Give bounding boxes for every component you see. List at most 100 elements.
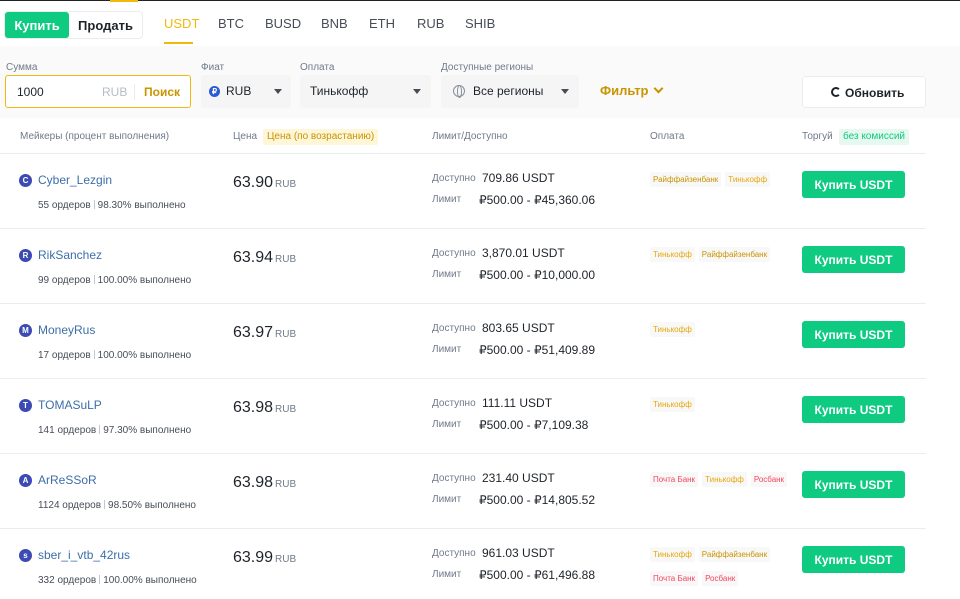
buy-usdt-button[interactable]: Купить USDT bbox=[802, 546, 905, 573]
payment-tags: Райффайзенбанк Тинькофф bbox=[650, 172, 795, 187]
maker-stats: 17 ордеров 100.00% выполнено bbox=[38, 350, 191, 361]
globe-icon bbox=[453, 85, 465, 98]
tab-shib[interactable]: SHIB bbox=[465, 16, 495, 31]
completion-rate: 97.30% выполнено bbox=[103, 425, 192, 436]
available-label: Доступно bbox=[432, 548, 476, 559]
avatar: C bbox=[19, 174, 32, 187]
tab-btc[interactable]: BTC bbox=[218, 16, 244, 31]
payment-tags: Почта Банк Тинькофф Росбанк bbox=[650, 472, 795, 487]
refresh-icon bbox=[831, 87, 841, 97]
avatar: M bbox=[19, 324, 32, 337]
available-label: Доступно bbox=[432, 173, 476, 184]
tab-rub[interactable]: RUB bbox=[417, 16, 444, 31]
order-count: 332 ордеров bbox=[38, 575, 97, 586]
buy-sell-toggle: Купить Продать bbox=[4, 11, 143, 39]
buy-usdt-button[interactable]: Купить USDT bbox=[802, 171, 905, 198]
top-border bbox=[0, 0, 960, 2]
filter-button[interactable]: Фильтр bbox=[600, 83, 649, 98]
tab-bnb[interactable]: BNB bbox=[321, 16, 348, 31]
maker-name[interactable]: RikSanchez bbox=[38, 248, 102, 262]
stats-divider bbox=[99, 425, 101, 434]
payment-tag: Росбанк bbox=[750, 472, 788, 487]
chevron-down-icon bbox=[561, 89, 569, 94]
maker-stats: 55 ордеров 98.30% выполнено bbox=[38, 200, 186, 211]
order-count: 99 ордеров bbox=[38, 275, 91, 286]
buy-usdt-button[interactable]: Купить USDT bbox=[802, 396, 905, 423]
completion-rate: 100.00% выполнено bbox=[97, 275, 192, 286]
maker-stats: 1124 ордеров 98.50% выполнено bbox=[38, 500, 196, 511]
buy-toggle-button[interactable]: Купить bbox=[5, 12, 69, 38]
tab-eth[interactable]: ETH bbox=[369, 16, 395, 31]
offer-row: C Cyber_Lezgin 55 ордеров 98.30% выполнен… bbox=[0, 154, 926, 229]
buy-usdt-button[interactable]: Купить USDT bbox=[802, 471, 905, 498]
maker-name[interactable]: Cyber_Lezgin bbox=[38, 173, 112, 187]
amount-value[interactable]: 1000 bbox=[17, 85, 44, 99]
buy-usdt-button[interactable]: Купить USDT bbox=[802, 246, 905, 273]
no-fee-badge: без комиссий bbox=[839, 129, 910, 145]
fiat-select[interactable]: ₽ RUB bbox=[201, 75, 291, 108]
available-amount: 111.11 USDT bbox=[482, 396, 553, 410]
avatar: R bbox=[19, 249, 32, 262]
maker-name[interactable]: MoneyRus bbox=[38, 323, 95, 337]
regions-select[interactable]: Все регионы bbox=[441, 75, 579, 108]
tab-usdt[interactable]: USDT bbox=[164, 16, 199, 31]
maker-name[interactable]: sber_i_vtb_42rus bbox=[38, 548, 130, 562]
sell-toggle-button[interactable]: Продать bbox=[69, 12, 142, 38]
completion-rate: 98.30% выполнено bbox=[97, 200, 186, 211]
price: 63.90 bbox=[233, 174, 274, 191]
buy-usdt-button[interactable]: Купить USDT bbox=[802, 321, 905, 348]
maker-stats: 332 ордеров 100.00% выполнено bbox=[38, 575, 197, 586]
fiat-label: Фиат bbox=[201, 62, 225, 73]
maker-name[interactable]: ArReSSoR bbox=[38, 473, 97, 487]
avatar: s bbox=[19, 549, 32, 562]
chevron-down-icon bbox=[274, 89, 282, 94]
price-currency: RUB bbox=[275, 179, 297, 190]
price-sort-badge[interactable]: Цена (по возрастанию) bbox=[263, 129, 379, 145]
limit-range: ₽500.00 - ₽14,805.52 bbox=[479, 493, 596, 507]
limit-range: ₽500.00 - ₽7,109.38 bbox=[479, 418, 589, 432]
offer-row: A ArReSSoR 1124 ордеров 98.50% выполнено … bbox=[0, 454, 926, 529]
offer-row: s sber_i_vtb_42rus 332 ордеров 100.00% вы… bbox=[0, 529, 926, 599]
limit-label: Лимит bbox=[432, 194, 462, 205]
amount-divider bbox=[134, 84, 135, 100]
order-count: 17 ордеров bbox=[38, 350, 91, 361]
payment-label: Оплата bbox=[300, 62, 335, 73]
amount-currency: RUB bbox=[102, 85, 128, 99]
refresh-label: Обновить bbox=[845, 86, 905, 100]
payment-tag: Райффайзенбанк bbox=[650, 172, 722, 187]
stats-divider bbox=[93, 350, 95, 359]
payment-tag: Росбанк bbox=[702, 571, 739, 586]
limit-label: Лимит bbox=[432, 494, 462, 505]
price: 63.94 bbox=[233, 249, 274, 266]
refresh-button[interactable]: Обновить bbox=[802, 76, 926, 108]
price-currency: RUB bbox=[275, 554, 297, 565]
avatar: T bbox=[19, 399, 32, 412]
limit-label: Лимит bbox=[432, 344, 462, 355]
payment-tag: Райффайзенбанк bbox=[698, 547, 771, 562]
price: 63.98 bbox=[233, 474, 274, 491]
limit-label: Лимит bbox=[432, 569, 462, 580]
maker-stats: 141 ордеров 97.30% выполнено bbox=[38, 425, 191, 436]
limit-label: Лимит bbox=[432, 419, 462, 430]
completion-rate: 100.00% выполнено bbox=[103, 575, 197, 586]
payment-tag: Тинькофф bbox=[702, 472, 747, 487]
payment-tags: Тинькофф bbox=[650, 322, 795, 337]
payment-select[interactable]: Тинькофф bbox=[300, 75, 431, 108]
price: 63.99 bbox=[233, 549, 274, 566]
search-button[interactable]: Поиск bbox=[144, 85, 180, 99]
tab-busd[interactable]: BUSD bbox=[265, 16, 301, 31]
available-label: Доступно bbox=[432, 398, 476, 409]
price-currency: RUB bbox=[275, 254, 297, 265]
price-currency: RUB bbox=[275, 329, 297, 340]
payment-tag: Тинькофф bbox=[650, 397, 695, 412]
maker-name[interactable]: TOMASuLP bbox=[38, 398, 102, 412]
column-price: Цена bbox=[233, 131, 258, 142]
column-payment: Оплата bbox=[650, 131, 685, 142]
avatar: A bbox=[19, 474, 32, 487]
amount-input[interactable]: 1000 RUB Поиск bbox=[5, 75, 191, 108]
regions-value: Все регионы bbox=[473, 84, 544, 98]
limit-label: Лимит bbox=[432, 269, 462, 280]
payment-tags: Тинькофф bbox=[650, 397, 795, 412]
available-amount: 231.40 USDT bbox=[482, 471, 555, 485]
offer-row: M MoneyRus 17 ордеров 100.00% выполнено 6… bbox=[0, 304, 926, 379]
